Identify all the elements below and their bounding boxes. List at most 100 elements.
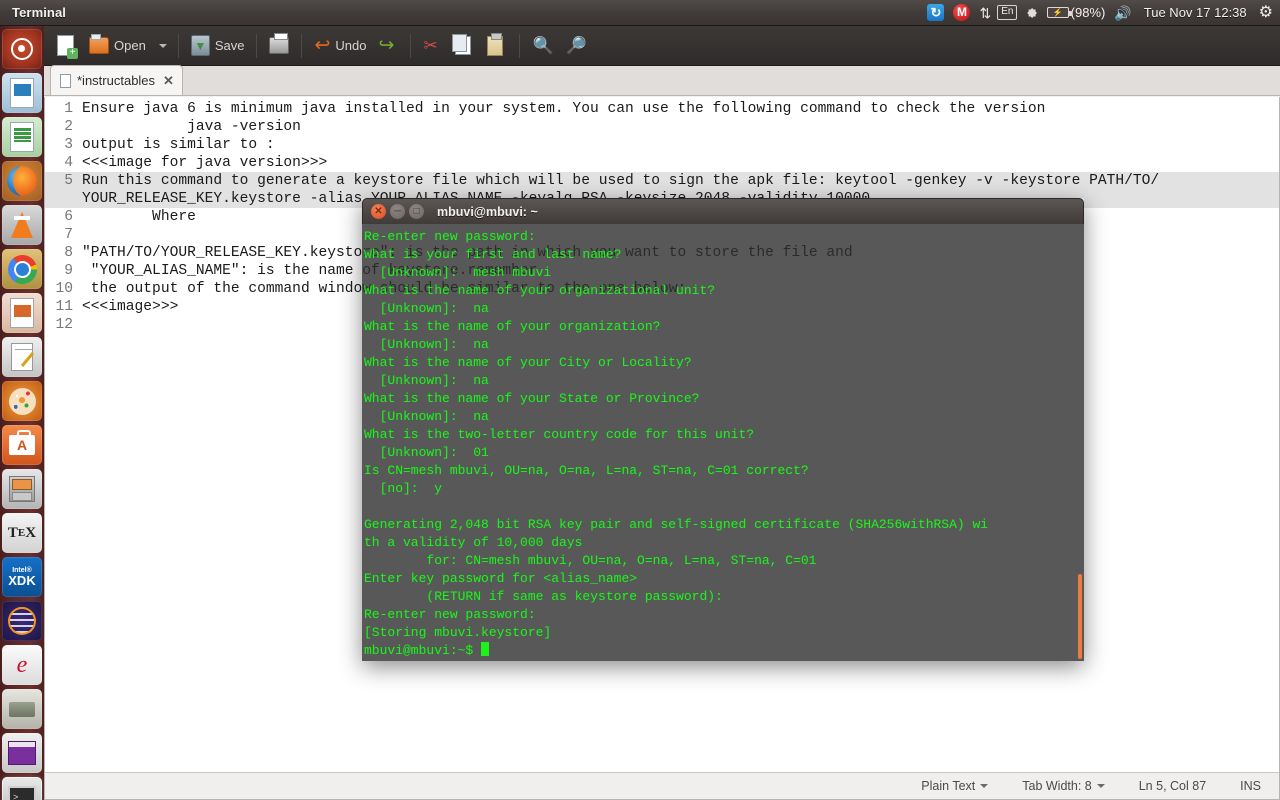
system-tray: M ⇅ En 🟐 ⚡ (98%) 🔊 Tue Nov 17 12:38 ⚙ [927,0,1280,26]
scanner-icon [2,689,42,729]
terminal-line: [Unknown]: na [364,301,489,316]
terminal-line: [Unknown]: na [364,337,489,352]
terminal-line: th a validity of 10,000 days [364,535,583,550]
launcher-item-eclipse[interactable] [0,601,44,641]
line-number: 9 [64,263,73,279]
launcher-item-scanner[interactable] [0,689,44,729]
language-selector[interactable]: Plain Text [921,779,989,793]
launcher-item-files[interactable] [0,469,44,509]
clipboard-icon [487,32,504,56]
terminal-output[interactable]: Re-enter new password: What is your first… [364,228,1072,660]
gedit-icon [2,337,42,377]
minimize-icon[interactable]: ─ [390,204,405,219]
editor-line[interactable]: 5 Run this command to generate a keystore… [45,172,1279,190]
paste-button[interactable] [482,29,512,63]
network-updown-icon[interactable]: ⇅ [979,0,991,26]
gear-icon[interactable]: ⚙ [1259,0,1273,26]
undo-button[interactable]: ↩ Undo [309,29,371,63]
eclipse-icon [2,601,42,641]
print-button[interactable] [264,29,294,63]
maximize-icon[interactable]: □ [409,204,424,219]
launcher-item-firefox[interactable] [0,161,44,201]
launcher-item-purple-window-app[interactable] [0,733,44,773]
close-icon[interactable]: ✕ [371,204,386,219]
terminal-title-bar[interactable]: ✕ ─ □ mbuvi@mbuvi: ~ [362,198,1084,224]
sync-icon[interactable] [927,0,945,26]
mail-icon[interactable]: M [953,0,971,26]
terminal-scrollbar[interactable] [1078,574,1082,659]
terminal-line: What is the name of your organizational … [364,283,716,298]
tab-width-label: Tab Width: 8 [1022,779,1092,793]
bluetooth-icon[interactable]: 🟐 [1026,0,1037,26]
copy-icon [452,34,472,55]
line-text[interactable]: Run this command to generate a keystore … [82,172,1279,190]
cut-button[interactable]: ✂ [418,29,448,63]
line-number: 6 [64,209,73,225]
terminal-body[interactable]: Re-enter new password: What is your first… [362,224,1084,661]
launcher-item-terminal[interactable]: >_ [0,777,44,800]
find-replace-button[interactable]: 🔎 [561,29,592,63]
line-number: 4 [64,155,73,171]
terminal-line: [Unknown]: mesh mbuvi [364,265,552,280]
find-button[interactable]: 🔍 [527,29,558,63]
editor-line[interactable]: 3 output is similar to : [45,136,1279,154]
launcher-item-gedit[interactable] [0,337,44,377]
launcher-item-intel-xdk[interactable]: Intel® XDK [0,557,44,597]
line-text[interactable]: Ensure java 6 is minimum java installed … [82,100,1279,118]
open-button[interactable]: Open [84,29,151,63]
battery-indicator[interactable]: ⚡ (98%) [1046,0,1105,26]
red-e-app-icon: e [2,645,42,685]
terminal-prompt[interactable]: mbuvi@mbuvi:~$ [364,642,1072,660]
launcher-item-ubuntu-dash[interactable] [0,29,44,69]
redo-button[interactable]: ↪ [373,29,403,63]
terminal-window[interactable]: ✕ ─ □ mbuvi@mbuvi: ~ Re-enter new passwo… [362,198,1084,661]
editor-line[interactable]: 4 <<<image for java version>>> [45,154,1279,172]
launcher-item-red-e-app[interactable]: e [0,645,44,685]
terminal-line: Generating 2,048 bit RSA key pair and se… [364,517,989,532]
launcher-item-texmaker[interactable]: TEX [0,513,44,553]
launcher-item-libreoffice-writer[interactable] [0,73,44,113]
editor-line[interactable]: 1 Ensure java 6 is minimum java installed… [45,100,1279,118]
panel-app-title: Terminal [12,5,67,20]
unity-launcher[interactable]: A T E X Intel® XDK e >_ [0,26,44,800]
line-text[interactable]: java -version [82,118,1279,136]
save-button[interactable]: Save [186,29,250,63]
new-document-button[interactable] [52,29,82,63]
chevron-down-icon [980,784,989,788]
tab-instructables[interactable]: *instructables ✕ [50,65,183,95]
clock-label[interactable]: Tue Nov 17 12:38 [1141,0,1250,26]
keyboard-layout-indicator[interactable]: En [997,0,1018,26]
line-text[interactable]: <<<image for java version>>> [82,154,1279,172]
terminal-line: Enter key password for <alias_name> [364,571,638,586]
volume-icon[interactable]: 🔊 [1114,0,1131,26]
line-number: 11 [55,299,73,315]
terminal-cursor [481,642,490,656]
launcher-item-libreoffice-impress[interactable] [0,293,44,333]
keyboard-layout-label: En [997,5,1018,20]
line-number: 5 [64,173,73,189]
launcher-item-android-studio[interactable]: A [0,425,44,465]
toolbar-separator [519,33,521,58]
insert-mode-label: INS [1240,779,1261,793]
launcher-item-libreoffice-calc[interactable] [0,117,44,157]
open-button-label: Open [114,38,146,53]
texmaker-icon: TEX [2,513,42,553]
cursor-position: Ln 5, Col 87 [1139,779,1206,793]
cursor-position-label: Ln 5, Col 87 [1138,779,1207,793]
toolbar-separator [301,33,303,58]
tab-width-selector[interactable]: Tab Width: 8 [1022,779,1105,793]
editor-line[interactable]: 2 java -version [45,118,1279,136]
copy-button[interactable] [450,29,480,63]
close-icon[interactable]: ✕ [163,73,174,89]
launcher-item-vlc[interactable] [0,205,44,245]
scissors-icon: ✂ [423,36,438,55]
tab-label: *instructables [77,73,156,88]
launcher-item-google-chrome[interactable] [0,249,44,289]
line-text[interactable]: output is similar to : [82,136,1279,154]
launcher-item-color-ball[interactable] [0,381,44,421]
save-button-label: Save [214,38,245,53]
open-dropdown-button[interactable] [153,29,171,63]
color-ball-icon [2,381,42,421]
toolbar-separator [410,33,412,58]
undo-arrow-icon: ↩ [314,35,331,56]
